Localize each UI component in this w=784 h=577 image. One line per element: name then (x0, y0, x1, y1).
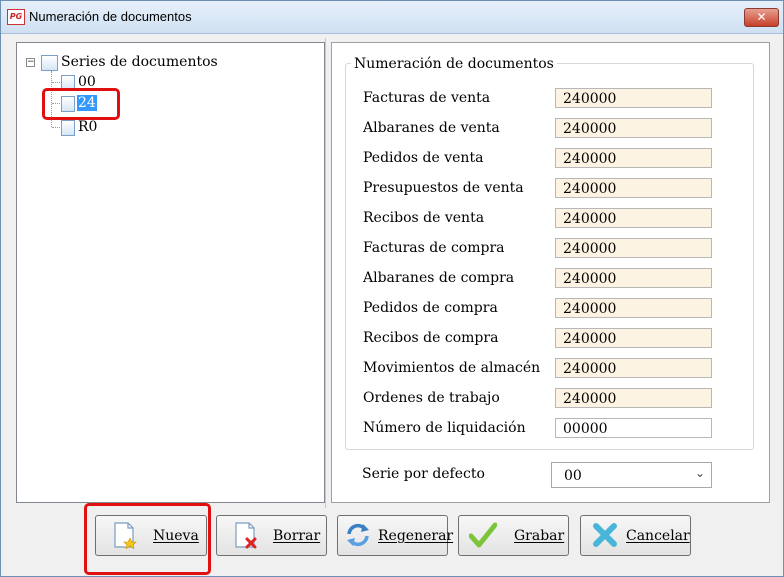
tree-root-node[interactable]: − Series de documentos (26, 54, 226, 71)
numbering-row-input[interactable]: 240000 (555, 388, 712, 408)
regenerar-button-label: Regenerar (378, 528, 454, 544)
numbering-row-input[interactable]: 240000 (555, 178, 712, 198)
numbering-row-label: Recibos de compra (363, 330, 499, 346)
numbering-row-label: Número de liquidación (363, 420, 526, 436)
app-logo-icon: PG (7, 9, 25, 25)
numbering-row-input[interactable]: 240000 (555, 118, 712, 138)
title-bar: PG Numeración de documentos ✕ (1, 1, 783, 34)
default-serie-value: 00 (564, 468, 582, 484)
numbering-row-label: Movimientos de almacén (363, 360, 541, 376)
numbering-row-label: Pedidos de venta (363, 150, 484, 166)
numbering-row-input[interactable]: 240000 (555, 328, 712, 348)
chevron-down-icon: ⌄ (694, 466, 705, 480)
borrar-button-label: Borrar (273, 528, 321, 544)
window-title: Numeración de documentos (29, 9, 192, 24)
numbering-row-input[interactable]: 240000 (555, 208, 712, 228)
annotation-highlight-tree (42, 88, 120, 120)
tree-connector (52, 127, 60, 128)
numbering-row-label: Ordenes de trabajo (363, 390, 500, 406)
cancel-x-icon (593, 523, 617, 547)
default-serie-select[interactable]: 00 ⌄ (551, 462, 712, 488)
numbering-row-label: Albaranes de compra (363, 270, 515, 286)
grabar-button-label: Grabar (514, 528, 565, 544)
annotation-highlight-nueva (84, 503, 211, 575)
numbering-row-label: Albaranes de venta (363, 120, 500, 136)
numbering-row-label: Presupuestos de venta (363, 180, 524, 196)
numbering-row-input[interactable]: 00000 (555, 418, 712, 438)
panel-splitter[interactable] (325, 38, 326, 508)
folder-documents-icon (41, 55, 58, 71)
tree-connector (52, 82, 60, 83)
numbering-row-label: Recibos de venta (363, 210, 485, 226)
numbering-row-input[interactable]: 240000 (555, 238, 712, 258)
numbering-row-input[interactable]: 240000 (555, 358, 712, 378)
tree-root-label: Series de documentos (61, 54, 218, 70)
grabar-button[interactable]: Grabar (458, 515, 569, 556)
close-button[interactable]: ✕ (744, 8, 779, 27)
cancelar-button[interactable]: Cancelar (580, 515, 691, 556)
document-icon (61, 120, 75, 136)
numbering-row-input[interactable]: 240000 (555, 268, 712, 288)
numbering-row-input[interactable]: 240000 (555, 88, 712, 108)
numbering-row-label: Facturas de venta (363, 90, 491, 106)
regenerar-button[interactable]: Regenerar (337, 515, 453, 556)
delete-document-icon (235, 522, 257, 549)
checkmark-icon (469, 522, 497, 548)
collapse-icon[interactable]: − (26, 58, 35, 67)
default-serie-label: Serie por defecto (362, 466, 485, 482)
borrar-button[interactable]: Borrar (216, 515, 327, 556)
numbering-row-input[interactable]: 240000 (555, 298, 712, 318)
cancelar-button-label: Cancelar (626, 528, 690, 544)
groupbox-title: Numeración de documentos (351, 56, 557, 72)
tree-item-label: R0 (78, 119, 98, 135)
numbering-row-label: Pedidos de compra (363, 300, 498, 316)
numbering-row-input[interactable]: 240000 (555, 148, 712, 168)
refresh-icon (347, 523, 369, 547)
numbering-row-label: Facturas de compra (363, 240, 505, 256)
